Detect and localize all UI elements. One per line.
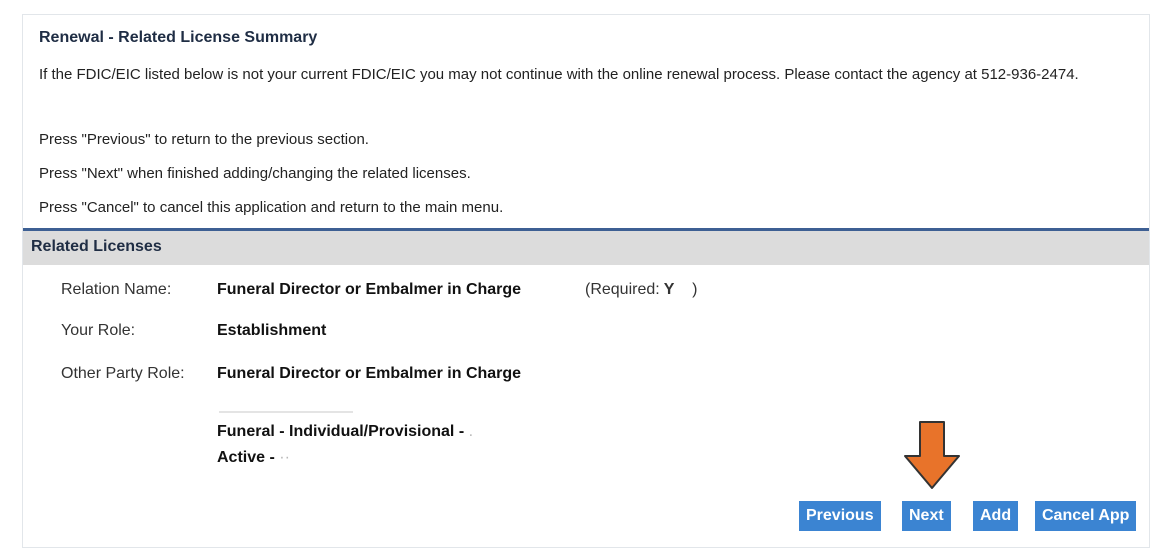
redacted-name [219,411,353,413]
required-value: Y [663,281,675,298]
other-party-role-value: Funeral Director or Embalmer in Charge [217,365,522,382]
renewal-panel: Renewal - Related License Summary If the… [22,14,1150,548]
required-close: ) [692,281,698,298]
instruction-previous: Press "Previous" to return to the previo… [39,131,369,148]
summary-title: Renewal - Related License Summary [39,29,318,46]
required-label: (Required: [585,281,660,298]
fdic-notice-text: If the FDIC/EIC listed below is not your… [39,66,1079,83]
license-type-text: Funeral - Individual/Provisional - [217,423,469,440]
relation-name-label: Relation Name: [61,281,172,298]
add-button[interactable]: Add [973,501,1019,531]
instruction-next: Press "Next" when finished adding/changi… [39,165,471,182]
license-type: Funeral - Individual/Provisional - . [217,423,473,441]
your-role-label: Your Role: [61,322,136,339]
redacted-expiration: ·· [279,449,290,466]
down-arrow-icon [904,421,960,489]
previous-button[interactable]: Previous [799,501,881,531]
next-button[interactable]: Next [902,501,951,531]
related-licenses-header: Related Licenses [23,231,1149,265]
license-status: Active - ·· [217,449,290,467]
relation-name-value: Funeral Director or Embalmer in Charge [217,281,522,298]
other-party-role-label: Other Party Role: [61,365,185,382]
cancel-app-button[interactable]: Cancel App [1035,501,1137,531]
license-status-text: Active - [217,449,280,466]
redacted-license-number: . [468,423,474,440]
required-indicator: (Required: Y ) [585,281,697,299]
your-role-value: Establishment [217,322,327,339]
related-licenses-title: Related Licenses [31,238,162,255]
instruction-cancel: Press "Cancel" to cancel this applicatio… [39,199,504,216]
